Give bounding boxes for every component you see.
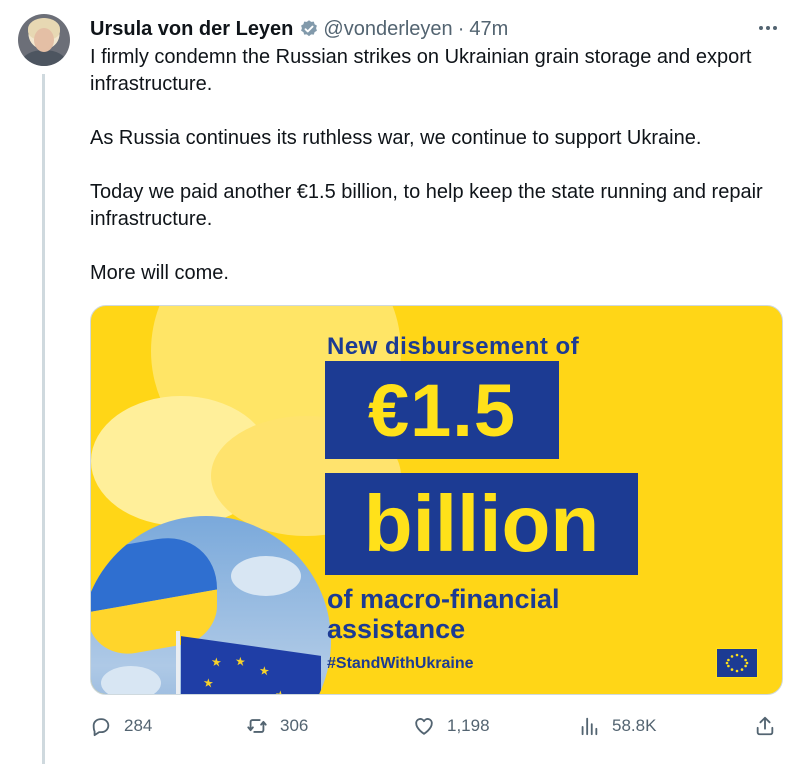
- tweet-timestamp[interactable]: 47m: [469, 18, 508, 41]
- more-options-icon[interactable]: [754, 14, 782, 42]
- cloud: [231, 556, 301, 596]
- tweet-paragraph: I firmly condemn the Russian strikes on …: [90, 46, 752, 95]
- verified-badge-icon[interactable]: [299, 19, 319, 39]
- tweet-media-image[interactable]: ★ ★ ★ ★ ★ ★ ★ New disbursement of €1.5 b…: [90, 305, 783, 695]
- views-button[interactable]: 58.8K: [578, 708, 656, 744]
- eu-star-icon: ★: [203, 675, 214, 691]
- eu-star-icon: ★: [259, 663, 270, 679]
- retweet-icon: [247, 719, 267, 733]
- avatar-face: [34, 28, 54, 52]
- reply-button[interactable]: 284: [90, 708, 152, 744]
- tweet-paragraph: More will come.: [90, 262, 229, 284]
- avatar-coat: [22, 50, 66, 66]
- tweet-body: I firmly condemn the Russian strikes on …: [90, 44, 790, 314]
- more-dot: [773, 26, 777, 30]
- more-dot: [759, 26, 763, 30]
- more-dot: [766, 26, 770, 30]
- like-button[interactable]: 1,198: [413, 708, 490, 744]
- eu-flag-photo: ★ ★ ★ ★ ★ ★ ★: [181, 636, 321, 694]
- banner-amount: €1.5: [367, 368, 517, 452]
- eu-star-icon: ★: [211, 654, 222, 670]
- flag-pole: [176, 631, 180, 694]
- avatar[interactable]: [18, 14, 70, 66]
- retweet-button[interactable]: 306: [246, 708, 308, 744]
- author-handle[interactable]: @vonderleyen: [323, 18, 452, 41]
- tweet-paragraph: Today we paid another €1.5 billion, to h…: [90, 181, 763, 230]
- banner-unit-box: billion: [325, 473, 638, 575]
- heart-icon: [415, 718, 433, 735]
- banner-subtitle: of macro-financial assistance: [327, 584, 560, 644]
- eu-logo-icon: [716, 648, 758, 678]
- reply-count: 284: [124, 716, 153, 735]
- flags-photo: ★ ★ ★ ★ ★ ★ ★: [91, 516, 331, 694]
- eu-star-icon: ★: [275, 687, 286, 694]
- banner-hashtag: #StandWithUkraine: [327, 655, 474, 672]
- views-count: 58.8K: [612, 716, 657, 735]
- header-separator: ·: [457, 17, 465, 40]
- like-count: 1,198: [447, 716, 490, 735]
- eu-star-icon: ★: [235, 653, 246, 670]
- cloud: [101, 666, 161, 694]
- tweet-header: Ursula von der Leyen @vonderleyen · 47m: [90, 16, 784, 42]
- author-name[interactable]: Ursula von der Leyen: [90, 18, 293, 41]
- share-button[interactable]: [754, 708, 788, 744]
- tweet-paragraph: As Russia continues its ruthless war, we…: [90, 127, 702, 149]
- banner-headline: New disbursement of: [327, 333, 580, 360]
- banner-amount-box: €1.5: [325, 361, 559, 459]
- reply-icon: [92, 718, 110, 737]
- share-icon: [756, 716, 774, 736]
- views-chart-icon: [581, 717, 598, 736]
- tweet-actions-bar: 284 306 1,198 58.8K: [90, 708, 780, 744]
- retweet-count: 306: [280, 716, 309, 735]
- thread-connector-line: [42, 74, 45, 764]
- banner-unit: billion: [363, 479, 600, 568]
